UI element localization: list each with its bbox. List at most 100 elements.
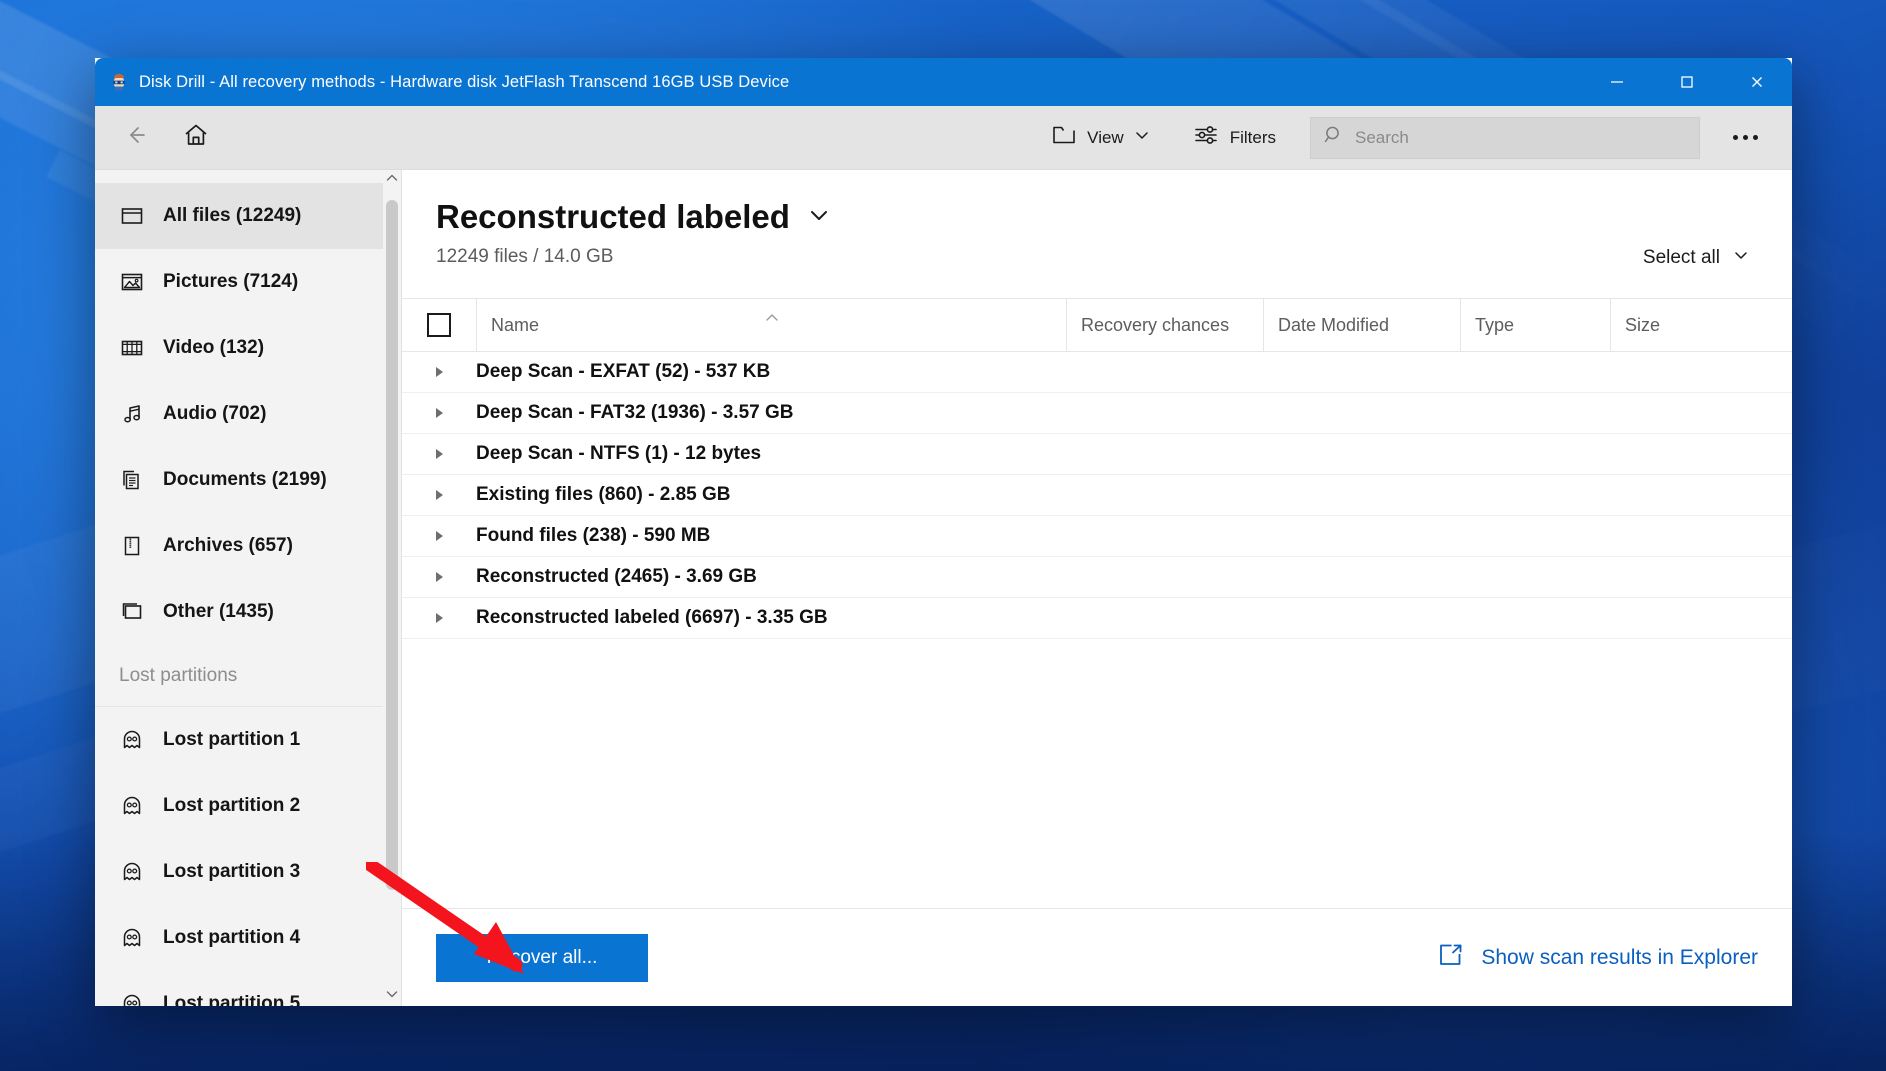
home-button[interactable] [173,115,219,161]
table-row[interactable]: Deep Scan - FAT32 (1936) - 3.57 GB [402,393,1792,434]
ghost-icon [119,793,145,819]
sidebar-scrollbar[interactable] [383,170,401,1006]
search-box[interactable] [1310,116,1700,159]
page-title: Reconstructed labeled [436,198,790,235]
sidebar-item-label: Audio (702) [163,403,267,424]
window-icon [119,599,145,625]
sidebar-item-label: Lost partition 4 [163,927,301,948]
back-button[interactable] [113,115,159,161]
show-in-explorer-link[interactable]: Show scan results in Explorer [1437,941,1758,975]
chevron-down-icon [1134,127,1150,148]
column-header-name[interactable]: Name [476,299,1066,351]
table-row[interactable]: Deep Scan - EXFAT (52) - 537 KB [402,352,1792,393]
ghost-icon [119,991,145,1006]
show-in-explorer-label: Show scan results in Explorer [1481,945,1758,969]
table-cell-name: Deep Scan - EXFAT (52) - 537 KB [476,361,771,382]
filters-button[interactable]: Filters [1180,116,1288,160]
scroll-up-button[interactable] [385,170,399,190]
sidebar-item-label: Lost partition 3 [163,861,301,882]
column-header-recovery-chances[interactable]: Recovery chances [1066,299,1263,351]
table-header-row: Name Recovery chances Date Modified Type [402,298,1792,352]
column-header-type[interactable]: Type [1460,299,1610,351]
column-header-label: Date Modified [1278,314,1390,335]
sidebar: All files (12249) Pictures (7124) Video … [95,170,402,1006]
window-icon [119,203,145,229]
recover-all-button[interactable]: Recover all... [436,933,648,982]
column-header-size[interactable]: Size [1610,299,1792,351]
window-body: All files (12249) Pictures (7124) Video … [95,170,1792,1006]
expand-caret-icon[interactable] [402,487,476,503]
expand-caret-icon[interactable] [402,364,476,380]
view-label: View [1087,127,1124,147]
table-body: Deep Scan - EXFAT (52) - 537 KB Deep Sca… [402,352,1792,908]
toolbar: View Filters [95,106,1792,170]
more-dot-icon [1752,135,1758,140]
sidebar-item-lost-partition-2[interactable]: Lost partition 2 [95,773,383,839]
column-header-label: Recovery chances [1081,314,1230,335]
sidebar-item-video[interactable]: Video (132) [95,315,383,381]
select-all-label: Select all [1642,247,1720,268]
chevron-down-icon [1732,246,1750,270]
chevron-down-icon[interactable] [806,202,832,233]
sidebar-item-other[interactable]: Other (1435) [95,579,383,645]
sidebar-section-label: Lost partitions [119,664,238,686]
sidebar-item-lost-partition-4[interactable]: Lost partition 4 [95,905,383,971]
table-row[interactable]: Deep Scan - NTFS (1) - 12 bytes [402,434,1792,475]
column-header-date-modified[interactable]: Date Modified [1263,299,1460,351]
main-title-row[interactable]: Reconstructed labeled [436,198,1758,236]
expand-caret-icon[interactable] [402,569,476,585]
search-input[interactable] [1355,127,1687,148]
disk-drill-window: Disk Drill - All recovery methods - Hard… [95,58,1792,1006]
window-title: Disk Drill - All recovery methods - Hard… [139,72,790,91]
sidebar-item-lost-partition-1[interactable]: Lost partition 1 [95,707,383,773]
sidebar-item-archives[interactable]: Archives (657) [95,513,383,579]
chevron-up-icon [385,171,399,190]
table-cell-name: Deep Scan - NTFS (1) - 12 bytes [476,443,762,464]
sidebar-item-pictures[interactable]: Pictures (7124) [95,249,383,315]
select-all-checkbox[interactable] [427,313,451,337]
sidebar-item-audio[interactable]: Audio (702) [95,381,383,447]
more-dot-icon [1742,135,1748,140]
table-row[interactable]: Reconstructed (2465) - 3.69 GB [402,557,1792,598]
music-note-icon [119,401,145,427]
filters-label: Filters [1229,127,1276,147]
table-row[interactable]: Reconstructed labeled (6697) - 3.35 GB [402,598,1792,639]
scrollbar-track[interactable] [383,190,401,986]
table-row[interactable]: Found files (238) - 590 MB [402,516,1792,557]
documents-icon [119,467,145,493]
table-cell-name: Found files (238) - 590 MB [476,525,711,546]
title-bar[interactable]: Disk Drill - All recovery methods - Hard… [95,58,1792,106]
home-icon [182,121,210,154]
sidebar-item-lost-partition-5[interactable]: Lost partition 5 [95,971,383,1006]
main-panel: Reconstructed labeled 12249 files / 14.0… [402,170,1792,1006]
column-header-label: Name [491,314,540,335]
search-icon [1323,124,1345,151]
column-header-label: Type [1475,314,1515,335]
table-cell-name: Reconstructed (2465) - 3.69 GB [476,566,757,587]
sidebar-item-lost-partition-3[interactable]: Lost partition 3 [95,839,383,905]
chevron-down-icon [385,987,399,1006]
sidebar-item-label: Pictures (7124) [163,271,299,292]
select-all-checkbox-cell[interactable] [402,299,476,351]
minimize-button[interactable] [1582,58,1652,106]
select-all-button[interactable]: Select all [1635,240,1758,276]
table-row[interactable]: Existing files (860) - 2.85 GB [402,475,1792,516]
close-button[interactable] [1722,58,1792,106]
sidebar-item-documents[interactable]: Documents (2199) [95,447,383,513]
window-controls [1582,58,1792,106]
expand-caret-icon[interactable] [402,405,476,421]
expand-caret-icon[interactable] [402,446,476,462]
sidebar-item-label: Lost partition 5 [163,993,301,1006]
sidebar-item-all-files[interactable]: All files (12249) [95,183,383,249]
disk-drill-icon [109,72,129,92]
scrollbar-thumb[interactable] [386,200,398,890]
scroll-down-button[interactable] [385,986,399,1006]
expand-caret-icon[interactable] [402,610,476,626]
expand-caret-icon[interactable] [402,528,476,544]
table-cell-name: Existing files (860) - 2.85 GB [476,484,731,505]
view-button[interactable]: View [1039,116,1162,160]
more-options-button[interactable] [1722,115,1768,161]
footer-bar: Recover all... Show scan results in Expl… [402,908,1792,1006]
open-in-explorer-icon [1437,941,1465,975]
maximize-button[interactable] [1652,58,1722,106]
